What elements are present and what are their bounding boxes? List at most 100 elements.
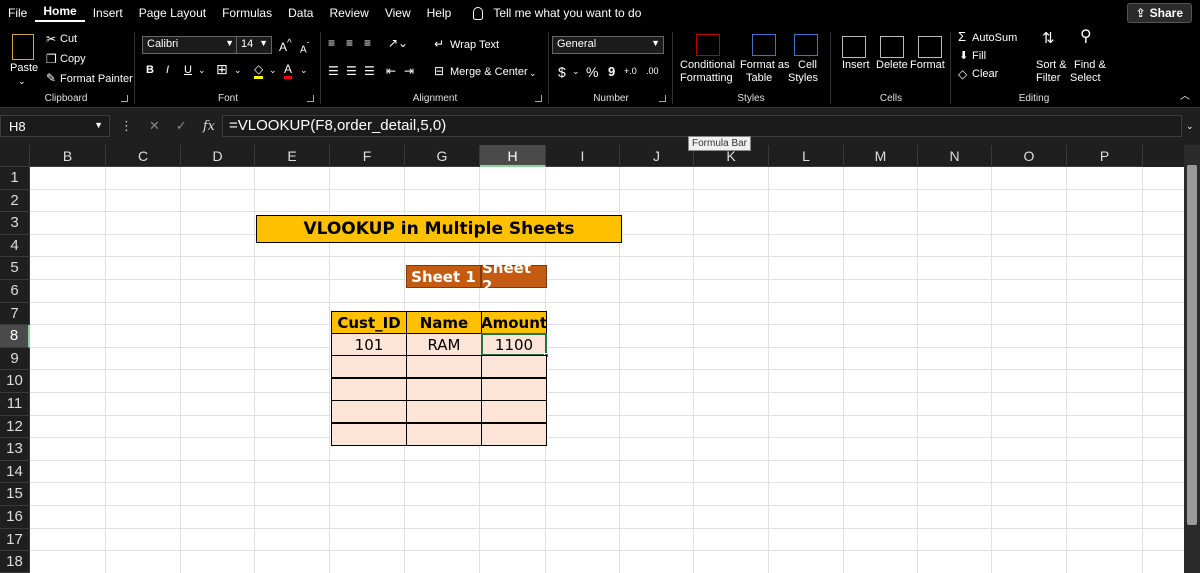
format-cells-button[interactable]: Format <box>910 59 945 71</box>
row-header-14[interactable]: 14 <box>0 460 30 484</box>
menu-file[interactable]: File <box>0 6 35 20</box>
decrease-indent-icon[interactable]: ⇤ <box>386 64 396 78</box>
wrap-text-button[interactable]: Wrap Text <box>450 39 499 51</box>
sort-filter-label-1[interactable]: Sort & <box>1036 59 1067 71</box>
empty-table-cell[interactable] <box>481 355 547 378</box>
font-launcher-icon[interactable] <box>307 95 314 102</box>
autosum-icon[interactable]: Σ <box>958 30 966 44</box>
column-header-l[interactable]: L <box>769 145 844 167</box>
collapse-ribbon-icon[interactable]: ︿ <box>1180 90 1190 104</box>
cell-amount-active[interactable]: 1100 <box>481 333 547 356</box>
empty-table-cell[interactable] <box>406 378 482 401</box>
align-top-icon[interactable]: ≡ <box>328 36 335 50</box>
currency-button[interactable]: $ <box>558 64 566 80</box>
menu-view[interactable]: View <box>377 6 419 20</box>
row-header-3[interactable]: 3 <box>0 212 30 235</box>
underline-button[interactable]: U <box>184 64 192 76</box>
increase-decimal-icon[interactable]: +.0 <box>624 64 637 78</box>
formula-input[interactable]: =VLOOKUP(F8,order_detail,5,0) <box>222 115 1182 137</box>
share-button[interactable]: ⇪ Share <box>1126 3 1192 23</box>
cell-styles-label-2[interactable]: Styles <box>788 72 818 84</box>
row-header-1[interactable]: 1 <box>0 167 30 190</box>
menu-page-layout[interactable]: Page Layout <box>131 6 214 20</box>
column-header-o[interactable]: O <box>992 145 1067 167</box>
select-all-corner[interactable] <box>0 145 30 167</box>
sort-filter-icon[interactable]: ⇅ <box>1042 31 1055 46</box>
copy-icon[interactable]: ❐ <box>46 52 57 66</box>
alignment-launcher-icon[interactable] <box>535 95 542 102</box>
column-header-n[interactable]: N <box>918 145 992 167</box>
row-header-5[interactable]: 5 <box>0 257 30 280</box>
format-as-table-label-1[interactable]: Format as <box>740 59 790 71</box>
header-name[interactable]: Name <box>406 311 482 334</box>
empty-table-cell[interactable] <box>481 378 547 401</box>
column-header-f[interactable]: F <box>330 145 405 167</box>
expand-formula-icon[interactable]: ⌄ <box>1186 119 1194 133</box>
chevron-down-icon[interactable]: ⌄ <box>300 63 308 77</box>
find-select-label-1[interactable]: Find & <box>1074 59 1106 71</box>
empty-table-cell[interactable] <box>331 378 407 401</box>
format-as-table-icon[interactable] <box>752 34 776 56</box>
menu-data[interactable]: Data <box>280 6 321 20</box>
column-header-p[interactable]: P <box>1067 145 1143 167</box>
fill-button[interactable]: Fill <box>972 50 986 62</box>
name-box[interactable]: H8 ▼ <box>0 115 110 137</box>
increase-indent-icon[interactable]: ⇥ <box>404 64 414 78</box>
header-cust-id[interactable]: Cust_ID <box>331 311 407 334</box>
conditional-formatting-label-2[interactable]: Formatting <box>680 72 733 84</box>
insert-function-icon[interactable]: fx <box>203 119 215 134</box>
delete-cells-icon[interactable] <box>880 36 904 58</box>
insert-cells-icon[interactable] <box>842 36 866 58</box>
empty-table-cell[interactable] <box>331 355 407 378</box>
menu-help[interactable]: Help <box>419 6 460 20</box>
more-icon[interactable]: ⋮ <box>120 118 133 134</box>
decrease-font-icon[interactable]: Aˇ <box>300 38 309 57</box>
fill-icon[interactable]: ⬇ <box>959 49 968 63</box>
empty-table-cell[interactable] <box>406 355 482 378</box>
empty-table-cell[interactable] <box>481 400 547 423</box>
row-header-17[interactable]: 17 <box>0 528 30 552</box>
find-select-label-2[interactable]: Select <box>1070 72 1101 84</box>
increase-font-icon[interactable]: A^ <box>279 37 292 54</box>
column-header-e[interactable]: E <box>255 145 330 167</box>
paste-label[interactable]: Paste <box>10 62 38 74</box>
cancel-icon[interactable]: ✕ <box>149 118 160 134</box>
sheet2-cell[interactable]: Sheet 2 <box>481 259 547 295</box>
align-bottom-icon[interactable]: ≡ <box>364 36 371 50</box>
scrollbar-thumb[interactable] <box>1187 165 1197 525</box>
title-cell[interactable]: VLOOKUP in Multiple Sheets <box>256 215 622 243</box>
row-header-12[interactable]: 12 <box>0 415 30 439</box>
chevron-down-icon[interactable]: ⌄ <box>529 66 537 80</box>
sort-filter-label-2[interactable]: Filter <box>1036 72 1060 84</box>
delete-cells-button[interactable]: Delete <box>876 59 908 71</box>
clear-button[interactable]: Clear <box>972 68 998 80</box>
cell-styles-label-1[interactable]: Cell <box>798 59 817 71</box>
menu-formulas[interactable]: Formulas <box>214 6 280 20</box>
borders-icon[interactable]: ⊞ <box>216 62 228 76</box>
cut-button[interactable]: Cut <box>60 33 77 45</box>
align-middle-icon[interactable]: ≡ <box>346 36 353 50</box>
comma-button[interactable]: 9 <box>608 64 615 79</box>
row-header-8[interactable]: 8 <box>0 325 30 348</box>
copy-button[interactable]: Copy <box>60 53 86 65</box>
empty-table-cell[interactable] <box>331 400 407 423</box>
format-cells-icon[interactable] <box>918 36 942 58</box>
column-header-d[interactable]: D <box>181 145 255 167</box>
row-header-10[interactable]: 10 <box>0 370 30 393</box>
row-header-4[interactable]: 4 <box>0 234 30 258</box>
autosum-button[interactable]: AutoSum <box>972 32 1017 44</box>
cell-cust-id[interactable]: 101 <box>331 333 407 356</box>
paste-icon[interactable] <box>12 34 34 60</box>
font-color-icon[interactable]: A <box>284 62 293 79</box>
row-header-16[interactable]: 16 <box>0 506 30 529</box>
format-painter-icon[interactable]: ✎ <box>46 71 56 85</box>
font-name-select[interactable]: Calibri ▼ <box>142 36 238 54</box>
scissors-icon[interactable]: ✂ <box>46 32 56 46</box>
conditional-formatting-label-1[interactable]: Conditional <box>680 59 735 71</box>
clipboard-launcher-icon[interactable] <box>121 95 128 102</box>
tell-me-search[interactable]: Tell me what you want to do <box>473 6 641 20</box>
cell-name[interactable]: RAM <box>406 333 482 356</box>
font-size-select[interactable]: 14 ▼ <box>236 36 272 54</box>
header-amount[interactable]: Amount <box>481 311 547 334</box>
column-header-b[interactable]: B <box>30 145 106 167</box>
